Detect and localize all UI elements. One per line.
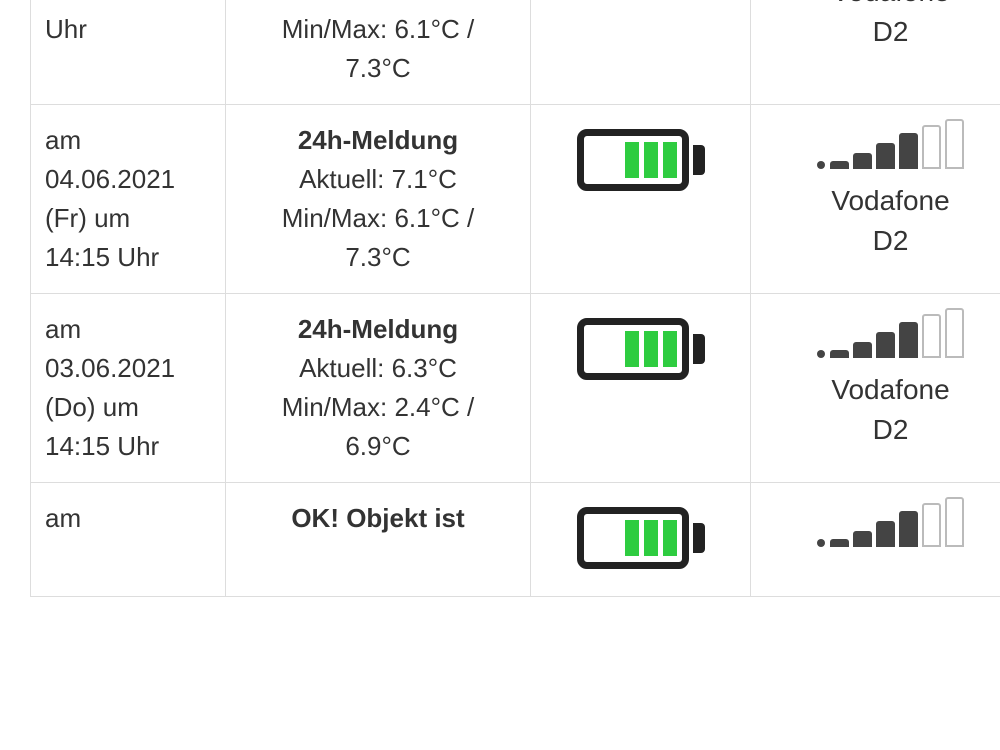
carrier-name: Vodafone: [765, 182, 1000, 220]
cell-date: am: [31, 483, 226, 597]
table-row: am 03.06.2021 (Do) um 14:15 Uhr 24h-Meld…: [31, 294, 1000, 483]
carrier-name: Vodafone: [765, 371, 1000, 409]
table-row: am 04.06.2021 (Fr) um 14:15 Uhr 24h-Meld…: [31, 105, 1000, 294]
msg-minmax: Min/Max: 6.1°C /: [240, 199, 516, 238]
cell-message: Aktuell: 6.7°C Min/Max: 6.1°C / 7.3°C: [226, 0, 531, 105]
msg-title: 24h-Meldung: [240, 310, 516, 349]
msg-minmax: 7.3°C: [240, 49, 516, 88]
cell-signal: Vodafone D2: [751, 105, 1000, 294]
cell-battery: [531, 294, 751, 483]
carrier-name: D2: [765, 222, 1000, 260]
cell-message: 24h-Meldung Aktuell: 7.1°C Min/Max: 6.1°…: [226, 105, 531, 294]
msg-title: 24h-Meldung: [240, 121, 516, 160]
cell-battery: [531, 105, 751, 294]
cell-message: OK! Objekt ist: [226, 483, 531, 597]
signal-icon: [817, 119, 964, 169]
cell-signal: Vodafone D2: [751, 294, 1000, 483]
cell-date: am 04.06.2021 (Fr) um 14:15 Uhr: [31, 105, 226, 294]
cell-signal: [751, 483, 1000, 597]
msg-minmax: 6.9°C: [240, 427, 516, 466]
date-text: am: [45, 314, 81, 344]
battery-icon: [577, 318, 705, 380]
signal-icon: [817, 497, 964, 547]
date-text: 14:15 Uhr: [45, 431, 159, 461]
signal-icon: [817, 308, 964, 358]
msg-aktuell: Aktuell: 7.1°C: [240, 160, 516, 199]
date-text: am: [45, 125, 81, 155]
cell-signal: Vodafone D2: [751, 0, 1000, 105]
date-text: Uhr: [45, 14, 87, 44]
battery-icon: [577, 507, 705, 569]
date-text: 14:15 Uhr: [45, 242, 159, 272]
table-row: am OK! Objekt ist: [31, 483, 1000, 597]
table-row: um 14:15 Uhr Aktuell: 6.7°C Min/Max: 6.1…: [31, 0, 1000, 105]
date-text: 03.06.2021: [45, 353, 175, 383]
date-text: am: [45, 503, 81, 533]
carrier-name: Vodafone: [765, 0, 1000, 11]
cell-message: 24h-Meldung Aktuell: 6.3°C Min/Max: 2.4°…: [226, 294, 531, 483]
cell-battery: [531, 483, 751, 597]
msg-aktuell: Aktuell: 6.3°C: [240, 349, 516, 388]
msg-minmax: Min/Max: 2.4°C /: [240, 388, 516, 427]
msg-minmax: Min/Max: 6.1°C /: [240, 10, 516, 49]
cell-date: am 03.06.2021 (Do) um 14:15 Uhr: [31, 294, 226, 483]
carrier-name: D2: [765, 411, 1000, 449]
log-table: um 14:15 Uhr Aktuell: 6.7°C Min/Max: 6.1…: [30, 0, 1000, 597]
cell-battery: [531, 0, 751, 105]
date-text: 04.06.2021: [45, 164, 175, 194]
msg-title: OK! Objekt ist: [240, 499, 516, 538]
cell-date: um 14:15 Uhr: [31, 0, 226, 105]
date-text: (Fr) um: [45, 203, 130, 233]
battery-icon: [577, 129, 705, 191]
msg-minmax: 7.3°C: [240, 238, 516, 277]
carrier-name: D2: [765, 13, 1000, 51]
msg-aktuell: Aktuell: 6.7°C: [240, 0, 516, 10]
date-text: um 14:15: [45, 0, 153, 5]
date-text: (Do) um: [45, 392, 139, 422]
